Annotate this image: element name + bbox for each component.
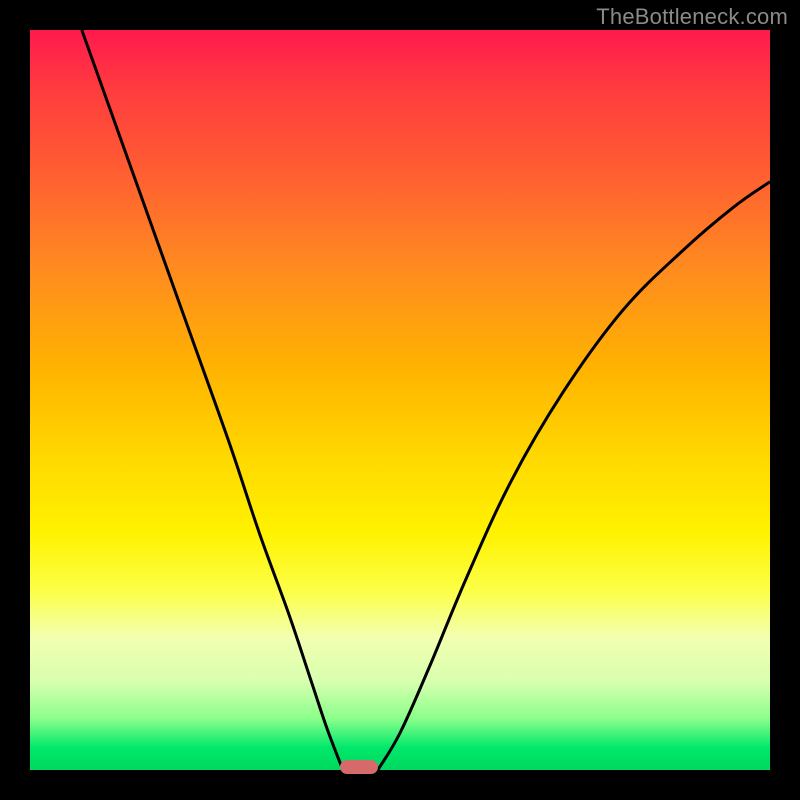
left-curve (82, 30, 343, 770)
chart-frame: TheBottleneck.com (0, 0, 800, 800)
minimum-marker (340, 760, 378, 774)
plot-area (30, 30, 770, 770)
right-curve (378, 182, 770, 770)
curve-layer (30, 30, 770, 770)
watermark-text: TheBottleneck.com (596, 4, 788, 30)
